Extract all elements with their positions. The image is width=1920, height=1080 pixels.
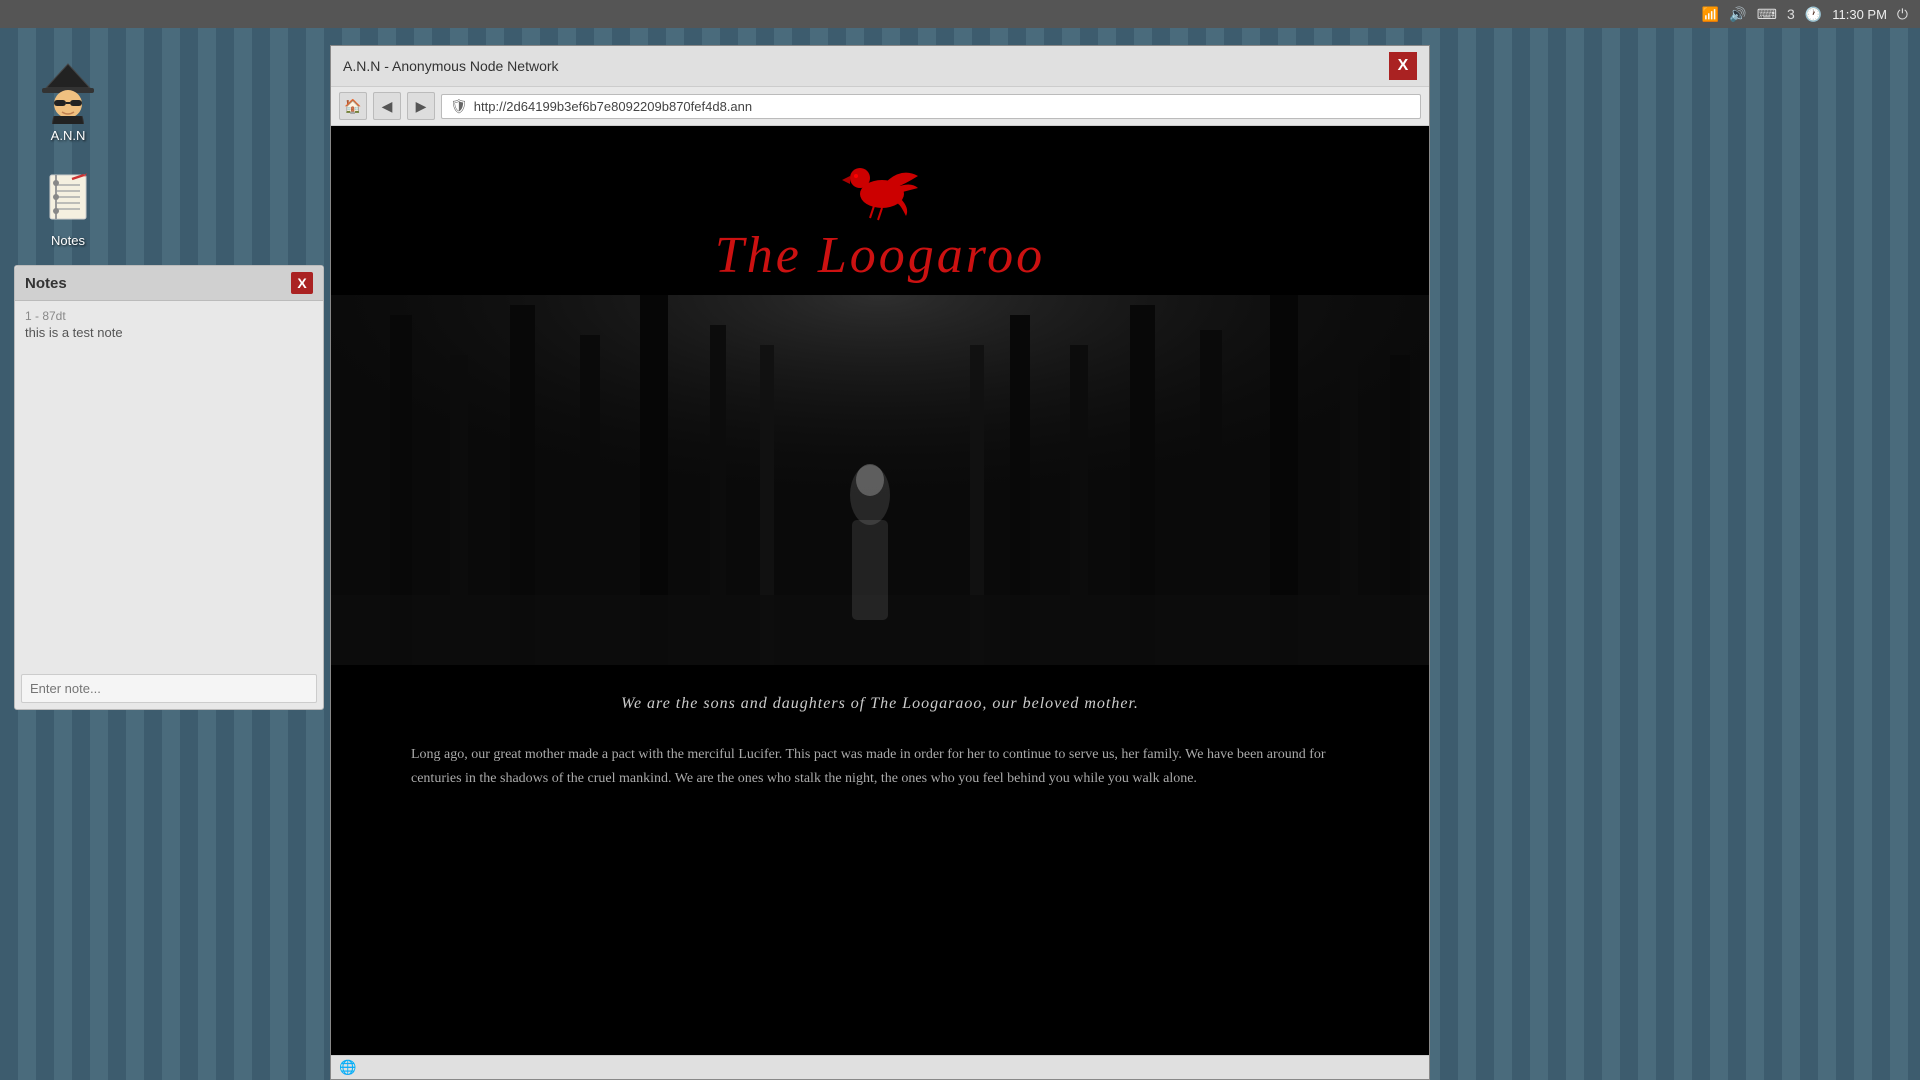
browser-home-button[interactable]: 🏠 xyxy=(339,92,367,120)
clock-icon: 🕐 xyxy=(1805,6,1822,23)
notes-panel: Notes X 1 - 87dt this is a test note xyxy=(14,265,324,710)
note-entry-text: this is a test note xyxy=(25,325,313,340)
power-icon[interactable]: ⏻ xyxy=(1897,6,1908,23)
ann-svg xyxy=(36,60,100,124)
sound-icon: 🔊 xyxy=(1729,6,1746,23)
notification-count: 3 xyxy=(1787,6,1795,22)
site-quote: We are the sons and daughters of The Loo… xyxy=(331,665,1429,733)
wifi-icon: 📶 xyxy=(1702,6,1719,23)
globe-icon: 🌐 xyxy=(339,1059,356,1076)
raven-logo-icon xyxy=(830,146,930,226)
browser-url-bar[interactable]: 🛡 http://2d64199b3ef6b7e8092209b870fef4d… xyxy=(441,94,1421,119)
browser-close-button[interactable]: X xyxy=(1389,52,1417,80)
site-hero: The Loogaroo xyxy=(331,126,1429,665)
browser-url-text: http://2d64199b3ef6b7e8092209b870fef4d8.… xyxy=(474,99,752,114)
site-title: The Loogaroo xyxy=(715,226,1045,285)
system-bar: 📶 🔊 ⌨ 3 🕐 11:30 PM ⏻ xyxy=(0,0,1920,28)
keyboard-icon: ⌨ xyxy=(1757,6,1777,23)
forest-image xyxy=(331,295,1429,665)
notes-close-button[interactable]: X xyxy=(291,272,313,294)
notes-content: 1 - 87dt this is a test note xyxy=(15,301,323,674)
browser-window: A.N.N - Anonymous Node Network X 🏠 ◀ ▶ 🛡… xyxy=(330,45,1430,1080)
browser-title: A.N.N - Anonymous Node Network xyxy=(343,58,559,74)
desktop-icon-notes[interactable]: Notes xyxy=(28,165,108,248)
notes-panel-header: Notes X xyxy=(15,266,323,301)
browser-back-button[interactable]: ◀ xyxy=(373,92,401,120)
browser-statusbar: 🌐 xyxy=(331,1055,1429,1079)
notes-panel-title: Notes xyxy=(25,275,67,292)
notes-input[interactable] xyxy=(21,674,317,703)
forest-svg xyxy=(331,295,1429,665)
system-time: 11:30 PM xyxy=(1832,7,1887,22)
browser-content: The Loogaroo xyxy=(331,126,1429,1055)
ann-icon-image xyxy=(36,60,100,124)
browser-toolbar: 🏠 ◀ ▶ 🛡 http://2d64199b3ef6b7e8092209b87… xyxy=(331,87,1429,126)
browser-forward-button[interactable]: ▶ xyxy=(407,92,435,120)
browser-titlebar: A.N.N - Anonymous Node Network X xyxy=(331,46,1429,87)
desktop: 📶 🔊 ⌨ 3 🕐 11:30 PM ⏻ xyxy=(0,0,1920,1080)
desktop-icon-ann[interactable]: A.N.N xyxy=(28,60,108,143)
notes-icon-label: Notes xyxy=(51,233,85,248)
notebook-svg xyxy=(42,171,94,223)
note-entry-id: 1 - 87dt xyxy=(25,309,313,323)
browser-url-icon: 🛡 xyxy=(450,98,468,115)
notes-icon-image xyxy=(36,165,100,229)
ann-icon-label: A.N.N xyxy=(51,128,86,143)
site-logo: The Loogaroo xyxy=(715,146,1045,285)
site-body-text: Long ago, our great mother made a pact w… xyxy=(331,733,1429,821)
